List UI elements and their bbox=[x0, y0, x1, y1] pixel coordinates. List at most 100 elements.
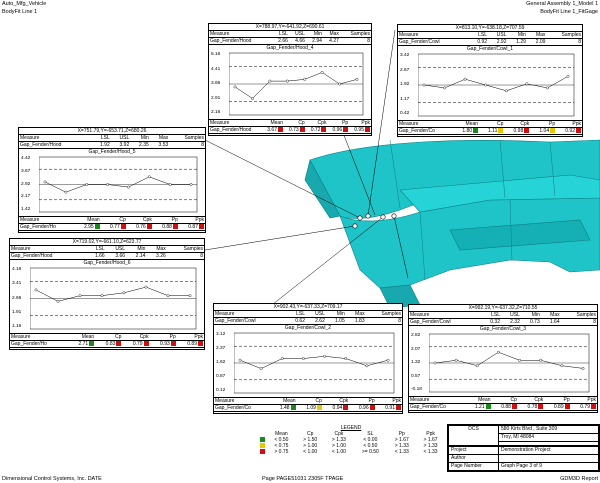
y-tick-label: 1.17 bbox=[400, 96, 410, 102]
capability-value: 0.92 bbox=[565, 128, 575, 134]
measurement-point bbox=[189, 183, 193, 186]
measurement-point bbox=[365, 364, 369, 368]
capability-cell: Gap_Fender/Co bbox=[398, 127, 454, 135]
measurement-point bbox=[386, 358, 390, 362]
measurement-point bbox=[166, 294, 170, 298]
y-tick-label: 4.16 bbox=[12, 267, 22, 272]
measurement-point bbox=[323, 354, 326, 358]
capability-header: Ppk bbox=[570, 396, 597, 404]
stats-value: 0.62 bbox=[286, 317, 306, 325]
capability-cell: 0.73 bbox=[283, 126, 306, 134]
capability-header: Measure bbox=[10, 333, 69, 341]
legend-cell: < 1.00 bbox=[331, 449, 346, 455]
page-number-value: Graph Page 3 of 9 bbox=[498, 462, 599, 471]
stats-value: 1.05 bbox=[325, 317, 346, 325]
status-red-indicator bbox=[524, 128, 530, 134]
capability-value: 2.95 bbox=[83, 224, 94, 230]
capability-header: Measure bbox=[214, 397, 271, 405]
capability-cell: 0.79 bbox=[122, 340, 150, 348]
capability-value: 0.79 bbox=[132, 341, 143, 347]
y-tick-label: -0.18 bbox=[411, 387, 422, 392]
capability-value: 3.67 bbox=[267, 127, 277, 133]
legend-green-swatch bbox=[260, 437, 265, 443]
capability-cell: 2.71 bbox=[68, 340, 96, 348]
capability-cell: Gap_Fender/Co bbox=[214, 404, 271, 412]
capability-header: Cp bbox=[283, 119, 306, 127]
capability-measure: Gap_Fender/Ho bbox=[20, 224, 56, 230]
capability-value: 0.76 bbox=[136, 224, 146, 230]
capability-cell: 1.09 bbox=[296, 404, 323, 412]
stats-value: 2.66 bbox=[271, 37, 289, 45]
control-chart-plot bbox=[418, 53, 575, 117]
status-red-indicator bbox=[170, 341, 176, 347]
y-tick-label: 1.91 bbox=[12, 309, 22, 315]
stats-value: 2.62 bbox=[306, 317, 326, 325]
measurement-trace bbox=[35, 286, 190, 302]
author-value bbox=[498, 454, 599, 463]
control-chart: 3.12 2.37 1.62 0.87 0.12 bbox=[214, 331, 402, 397]
measurement-point bbox=[475, 364, 479, 368]
capability-header: Cpk bbox=[305, 119, 328, 127]
stats-table: Measure LSL USL Min Max Samples Gap_Fender/Hoo… bbox=[19, 135, 205, 149]
control-chart: 4.16 3.41 2.66 1.91 1.16 bbox=[10, 266, 204, 333]
panel-gap-fender-hood-4: X=788.97,Y=-641.92,Z=690.61 Measure LSL USL… bbox=[208, 23, 372, 136]
stats-value: 3.92 bbox=[110, 141, 131, 149]
capability-table: Measure Mean Cp Cpk Pp Ppk Gap_Fender/Co 1.80 1.… bbox=[398, 120, 582, 135]
capability-value: 0.79 bbox=[580, 404, 590, 410]
measurement-point bbox=[106, 183, 109, 186]
measurement-point bbox=[147, 175, 151, 179]
capability-header: Cpk bbox=[126, 216, 153, 224]
capability-header: Pp bbox=[327, 119, 350, 127]
stats-table: Measure LSL USL Min Max Samples Gap_Fender/Hoo… bbox=[10, 246, 204, 260]
y-tick-label: 2.66 bbox=[12, 295, 22, 301]
capability-cell: 1.21 bbox=[465, 403, 492, 411]
capability-value: 0.88 bbox=[162, 224, 172, 230]
capability-value: 0.77 bbox=[110, 224, 120, 230]
capability-value: 0.96 bbox=[358, 405, 369, 411]
capability-header: Pp bbox=[152, 216, 179, 224]
measurement-point bbox=[268, 79, 272, 83]
capability-measure: Gap_Fender/Ho bbox=[11, 341, 47, 347]
capability-measure: Gap_Fender/Co bbox=[215, 405, 251, 411]
y-tick-label: 4.42 bbox=[21, 156, 31, 161]
status-red-indicator bbox=[511, 404, 517, 410]
capability-header: Mean bbox=[262, 119, 284, 127]
y-tick-label: 1.32 bbox=[411, 360, 421, 365]
y-tick-label: 2.37 bbox=[216, 346, 226, 351]
capability-cell: 1.04 bbox=[530, 127, 557, 135]
stats-table: Measure LSL USL Min Max Samples Gap_Fender/Cow… bbox=[214, 311, 402, 325]
stats-value: 0.32 bbox=[481, 318, 501, 326]
status-yellow-indicator bbox=[316, 405, 322, 411]
status-red-indicator bbox=[343, 127, 349, 133]
capability-cell: 0.96 bbox=[349, 404, 376, 412]
panel-coordinates: X=788.97,Y=-641.92,Z=690.61 bbox=[209, 24, 371, 31]
measurement-point bbox=[484, 83, 488, 87]
control-chart: 4.42 3.67 2.92 2.17 1.42 bbox=[19, 155, 205, 216]
legend-yellow-swatch bbox=[260, 443, 265, 449]
measurement-point bbox=[168, 183, 172, 186]
capability-cell: 0.76 bbox=[126, 223, 153, 231]
y-tick-label: 5.16 bbox=[211, 52, 221, 57]
capability-cell: 0.88 bbox=[491, 403, 518, 411]
measurement-point bbox=[560, 364, 564, 368]
footer-center: Page PAGE51031 2305F TPAGE bbox=[262, 476, 344, 482]
capability-cell: 0.95 bbox=[349, 126, 371, 134]
capability-header: Cp bbox=[100, 216, 127, 224]
control-chart-plot bbox=[39, 156, 198, 213]
status-green-indicator bbox=[290, 405, 296, 411]
measurement-point bbox=[463, 77, 467, 81]
capability-cell: 0.92 bbox=[556, 127, 582, 135]
capability-header: Ppk bbox=[176, 333, 204, 341]
panel-coordinates: X=813.10,Y=-638.18,Z=707.59 bbox=[398, 25, 582, 32]
capability-header: Mean bbox=[453, 120, 480, 128]
measurement-point-6 bbox=[352, 223, 358, 229]
stats-value: Gap_Fender/Cowl bbox=[214, 317, 287, 325]
measurement-point bbox=[344, 357, 348, 360]
capability-header: Cpk bbox=[322, 397, 350, 405]
y-tick-label: 2.16 bbox=[211, 110, 221, 115]
y-tick-label: 3.67 bbox=[21, 168, 31, 174]
measurement-point bbox=[251, 97, 254, 100]
measurement-point bbox=[127, 185, 130, 189]
status-green-indicator bbox=[89, 341, 95, 347]
stats-value: 0.73 bbox=[520, 318, 541, 326]
